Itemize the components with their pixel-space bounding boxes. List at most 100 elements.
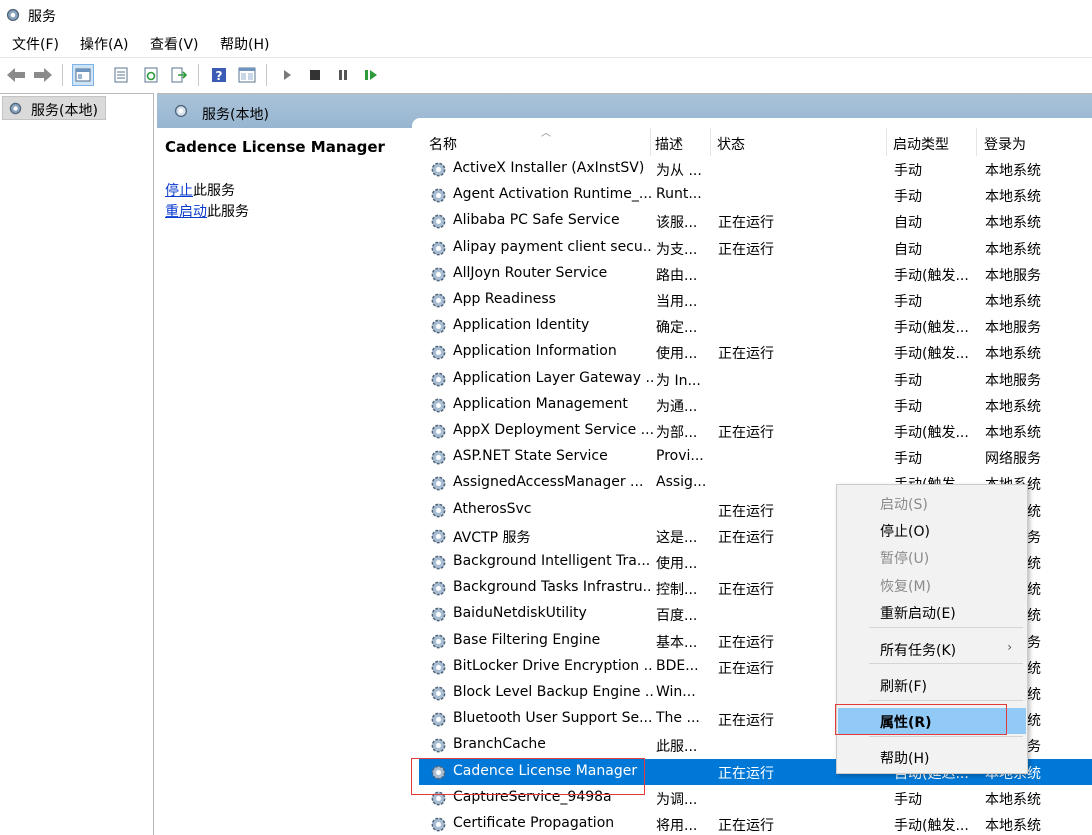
service-description-panel: Cadence License Manager 停止此服务 重启动此服务 — [157, 128, 412, 835]
tree-pane: 服务(本地) — [0, 93, 154, 835]
service-startup-type: 手动(触发... — [894, 320, 969, 337]
service-description: The ... — [656, 710, 700, 727]
menu-view[interactable]: 查看(V) — [150, 34, 199, 54]
service-row[interactable]: Application Identity 确定... 手动(触发... 本地服务 — [419, 313, 1092, 339]
menu-action[interactable]: 操作(A) — [80, 34, 129, 54]
context-menu-start[interactable]: 启动(S) — [838, 490, 1026, 516]
service-row[interactable]: Application Information 使用... 正在运行 手动(触发...… — [419, 339, 1092, 365]
restart-service-link[interactable]: 重启动 — [165, 204, 207, 220]
gear-icon — [431, 607, 446, 622]
service-name: Block Level Backup Engine ... — [453, 684, 653, 700]
back-icon[interactable] — [5, 64, 27, 86]
context-menu-separator — [869, 700, 1023, 701]
service-logon-as: 本地系统 — [985, 791, 1041, 808]
service-row[interactable]: AllJoyn Router Service 路由... 手动(触发... 本地服务 — [419, 261, 1092, 287]
context-menu-refresh[interactable]: 刷新(F) — [838, 672, 1026, 698]
forward-icon[interactable] — [32, 64, 54, 86]
column-header-description[interactable]: 描述 — [655, 128, 711, 156]
service-startup-type: 手动(触发... — [894, 425, 969, 441]
menu-file[interactable]: 文件(F) — [12, 34, 59, 54]
service-row[interactable]: Agent Activation Runtime_... Runt... 手动 本地系… — [419, 182, 1092, 208]
column-header-name[interactable]: ︿ 名称 — [429, 128, 651, 156]
gear-icon — [431, 503, 446, 518]
service-startup-type: 手动 — [894, 398, 922, 415]
gear-icon — [431, 241, 446, 256]
service-startup-type: 自动 — [894, 215, 922, 232]
service-startup-type: 手动 — [894, 451, 922, 468]
column-header-label: 启动类型 — [893, 137, 949, 153]
service-startup-type: 手动 — [894, 791, 922, 808]
help-icon[interactable]: ? — [208, 64, 230, 86]
context-menu-all-tasks[interactable]: 所有任务(K) › — [838, 636, 1026, 662]
service-description: 路由... — [656, 267, 698, 284]
service-description: 当用... — [656, 294, 698, 310]
service-row[interactable]: Application Management 为通... 手动 本地系统 — [419, 392, 1092, 418]
tree-item-services-local[interactable]: 服务(本地) — [2, 96, 106, 120]
service-row[interactable]: Alipay payment client secu... 为支... 正在运行 自动… — [419, 235, 1092, 261]
service-logon-as: 本地服务 — [985, 320, 1041, 337]
pane-header-title: 服务(本地) — [202, 107, 269, 123]
service-row[interactable]: Application Layer Gateway ... 为 In... 手动 本地… — [419, 366, 1092, 392]
refresh-icon[interactable] — [140, 64, 162, 86]
menu-bar: 文件(F) 操作(A) 查看(V) 帮助(H) — [0, 30, 1092, 56]
pause-icon[interactable] — [332, 64, 354, 86]
menu-help[interactable]: 帮助(H) — [220, 34, 269, 54]
service-description: Assig... — [656, 474, 707, 491]
service-logon-as: 本地系统 — [985, 294, 1041, 310]
service-description: 使用... — [656, 346, 698, 363]
column-header-status[interactable]: 状态 — [717, 128, 887, 156]
export-icon[interactable] — [168, 64, 190, 86]
service-row[interactable]: ActiveX Installer (AxInstSV) 为从 ... 手动 本地系统 — [419, 156, 1092, 182]
service-row[interactable]: App Readiness 当用... 手动 本地系统 — [419, 287, 1092, 313]
title-bar: 服务 — [0, 0, 1092, 30]
context-menu-help[interactable]: 帮助(H) — [838, 744, 1026, 770]
service-description: 基本... — [656, 634, 698, 651]
context-menu-pause[interactable]: 暂停(U) — [838, 544, 1026, 570]
service-description: 为调... — [656, 791, 698, 808]
service-row[interactable]: ASP.NET State Service Provi... 手动 网络服务 — [419, 444, 1092, 470]
service-description: 该服... — [656, 215, 698, 232]
restart-icon[interactable] — [360, 64, 382, 86]
show-hide-tree-icon[interactable] — [72, 64, 94, 86]
gear-icon — [431, 634, 446, 649]
svg-text:?: ? — [216, 69, 223, 83]
service-name: AppX Deployment Service ... — [453, 422, 653, 438]
properties-icon[interactable] — [110, 64, 132, 86]
stop-service-link[interactable]: 停止 — [165, 183, 193, 199]
stop-service-suffix: 此服务 — [193, 183, 235, 199]
service-description: Win... — [656, 684, 696, 700]
service-logon-as: 本地服务 — [985, 372, 1041, 389]
service-name: AssignedAccessManager ... — [453, 474, 644, 491]
service-name: Background Tasks Infrastru... — [453, 579, 653, 596]
service-row[interactable]: Alibaba PC Safe Service 该服... 正在运行 自动 本地系统 — [419, 208, 1092, 234]
stop-icon[interactable] — [304, 64, 326, 86]
gear-icon — [431, 555, 446, 570]
selected-service-name: Cadence License Manager — [165, 138, 385, 156]
gear-icon — [431, 450, 446, 465]
toolbar-separator — [198, 64, 199, 86]
service-row[interactable]: AppX Deployment Service ... 为部... 正在运行 手动(触… — [419, 418, 1092, 444]
context-menu-stop[interactable]: 停止(O) — [838, 517, 1026, 543]
service-description: 为通... — [656, 398, 698, 415]
service-description: 为从 ... — [656, 163, 702, 179]
service-name: Certificate Propagation — [453, 815, 615, 831]
column-header-startup-type[interactable]: 启动类型 — [893, 128, 977, 156]
context-menu-restart[interactable]: 重新启动(E) — [838, 599, 1026, 625]
view-icon[interactable] — [236, 64, 258, 86]
service-description: 使用... — [656, 556, 698, 572]
gear-icon — [431, 214, 446, 229]
start-icon[interactable] — [276, 64, 298, 86]
context-menu-resume[interactable]: 恢复(M) — [838, 572, 1026, 598]
service-status: 正在运行 — [718, 215, 774, 232]
column-header-logon[interactable]: 登录为 — [984, 128, 1092, 156]
toolbar: ? — [0, 57, 1092, 90]
service-logon-as: 本地服务 — [985, 267, 1041, 284]
restart-service-row: 重启动此服务 — [165, 201, 249, 221]
service-status: 正在运行 — [718, 425, 774, 441]
window-title: 服务 — [28, 9, 56, 25]
service-description: 控制... — [656, 582, 698, 599]
column-header-label: 登录为 — [984, 137, 1026, 153]
service-name: App Readiness — [453, 291, 556, 307]
service-row[interactable]: Certificate Propagation 将用... 正在运行 手动(触发...… — [419, 811, 1092, 835]
service-description: 这是... — [656, 529, 698, 546]
